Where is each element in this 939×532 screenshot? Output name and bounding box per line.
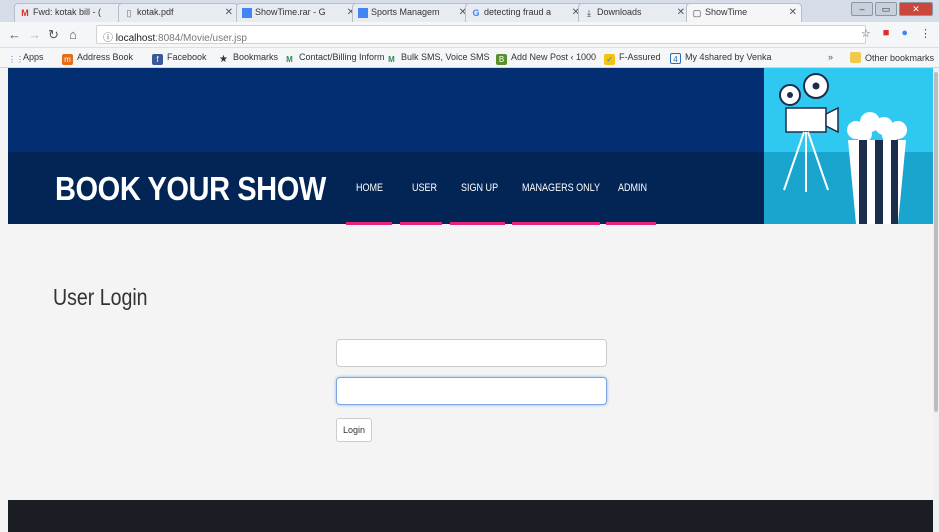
apps-grid-icon: ⋮⋮: [8, 55, 24, 64]
close-tab-icon[interactable]: ✕: [789, 7, 797, 18]
extension-icon[interactable]: ■: [883, 27, 890, 40]
facebook-icon: f: [152, 54, 163, 65]
back-arrow-icon[interactable]: ←: [8, 27, 21, 42]
google-icon: G: [472, 8, 480, 18]
menu-icon[interactable]: ⋮: [920, 27, 931, 40]
nav-underline: [400, 222, 442, 225]
window-controls: – ▭ ✕: [851, 2, 933, 16]
extension-icons: ☆ ■ ● ⋮: [861, 27, 931, 40]
nav-admin[interactable]: ADMIN: [618, 182, 647, 194]
page-viewport: BOOK YOUR SHOW HOME USER SIGN UP MANAGER…: [0, 68, 939, 532]
popcorn-icon: [847, 112, 907, 224]
film-reel-icon: [779, 73, 829, 106]
extension-icon[interactable]: ●: [901, 27, 908, 40]
maximize-icon[interactable]: ▭: [875, 2, 897, 16]
4shared-icon: 4: [670, 53, 681, 64]
tab-sports[interactable]: Sports Managem ✕: [352, 3, 472, 22]
flipkart-icon: ✓: [604, 54, 615, 65]
minimize-icon[interactable]: –: [851, 2, 873, 16]
tab-label: Sports Managem: [371, 7, 440, 17]
nav-sign-up[interactable]: SIGN UP: [461, 182, 498, 194]
site-logo[interactable]: BOOK YOUR SHOW: [55, 170, 326, 208]
bookmark-bulk-sms[interactable]: M Bulk SMS, Voice SMS: [386, 52, 489, 65]
username-input[interactable]: [336, 339, 607, 367]
folder-icon: [850, 52, 861, 63]
star-icon: ★: [219, 54, 228, 65]
bookmark-apps[interactable]: ⋮⋮Apps: [8, 52, 44, 65]
address-book-icon: m: [62, 54, 73, 65]
nav-managers-only[interactable]: MANAGERS ONLY: [522, 182, 600, 194]
password-input[interactable]: [336, 377, 607, 405]
bookmark-address-book[interactable]: m Address Book: [62, 52, 133, 65]
download-icon: ⤓: [587, 8, 591, 18]
nav-home[interactable]: HOME: [356, 182, 383, 194]
close-tab-icon[interactable]: ✕: [225, 7, 233, 18]
nav-underline: [346, 222, 392, 225]
info-icon[interactable]: ⓘ: [103, 33, 113, 44]
tab-label: Downloads: [597, 7, 642, 17]
bookmarks-overflow-icon[interactable]: »: [828, 52, 833, 62]
tab-label: Fwd: kotak bill - (: [33, 7, 102, 17]
scrollbar-thumb[interactable]: [934, 72, 938, 412]
forward-arrow-icon[interactable]: →: [28, 27, 41, 42]
bookmarks-bar: ⋮⋮Apps m Address Book f Facebook ★ Bookmark…: [0, 48, 939, 68]
address-bar-row: ← → ↻ ⌂ ⓘ localhost:8084/Movie/user.jsp …: [0, 22, 939, 48]
window-close-icon[interactable]: ✕: [899, 2, 933, 16]
star-icon[interactable]: ☆: [861, 27, 871, 40]
bookmark-contact-billing[interactable]: M Contact/Billing Inform: [284, 52, 384, 65]
gmail-icon: M: [21, 8, 29, 18]
tab-downloads[interactable]: ⤓ Downloads ✕: [578, 3, 690, 22]
bookmark-facebook[interactable]: f Facebook: [152, 52, 207, 65]
home-icon[interactable]: ⌂: [69, 27, 77, 42]
drive-icon: [242, 8, 252, 18]
projector-icon: [783, 106, 839, 192]
post-icon: B: [496, 54, 507, 65]
tab-kotak-pdf[interactable]: ▯ kotak.pdf ✕: [118, 3, 238, 22]
page-title: User Login: [53, 284, 148, 310]
bookmark-f-assured[interactable]: ✓ F-Assured: [604, 52, 661, 65]
tab-showtime-active[interactable]: ▢ ShowTime ✕: [686, 3, 802, 22]
nav-underline: [512, 222, 600, 225]
movie-popcorn-illustration: [779, 73, 907, 224]
m-logo-icon: M: [388, 55, 395, 64]
doc-icon: ▯: [126, 8, 132, 18]
nav-user[interactable]: USER: [412, 182, 437, 194]
tab-label: ShowTime.rar - G: [255, 7, 326, 17]
nav-underline: [606, 222, 656, 225]
scrollbar[interactable]: [933, 68, 939, 532]
tab-showtime-rar[interactable]: ShowTime.rar - G ✕: [236, 3, 360, 22]
tab-label: ShowTime: [705, 7, 748, 17]
site-footer: [8, 500, 933, 532]
nav-underline: [450, 222, 505, 225]
reload-icon[interactable]: ↻: [48, 27, 59, 43]
url-input[interactable]: ⓘ localhost:8084/Movie/user.jsp: [96, 25, 866, 44]
drive-icon: [358, 8, 368, 18]
m-logo-icon: M: [286, 55, 293, 64]
tab-label: detecting fraud a: [484, 7, 552, 17]
bookmark-other[interactable]: Other bookmarks: [850, 52, 934, 63]
url-host: localhost: [115, 33, 156, 44]
url-path: :8084/Movie/user.jsp: [155, 33, 247, 44]
login-button[interactable]: Login: [336, 418, 372, 442]
tab-google-search[interactable]: G detecting fraud a ✕: [465, 3, 585, 22]
browser-tab-bar: M Fwd: kotak bill - ( ✕ ▯ kotak.pdf ✕ Sh…: [0, 0, 939, 22]
bookmark-add-new-post[interactable]: B Add New Post ‹ 1000: [496, 52, 596, 65]
page-icon: ▢: [692, 8, 702, 18]
bookmark-4shared[interactable]: 4 My 4shared by Venka: [670, 52, 772, 64]
close-tab-icon[interactable]: ✕: [677, 7, 685, 18]
tab-label: kotak.pdf: [137, 7, 174, 17]
bookmark-bookmarks[interactable]: ★ Bookmarks: [218, 52, 278, 65]
